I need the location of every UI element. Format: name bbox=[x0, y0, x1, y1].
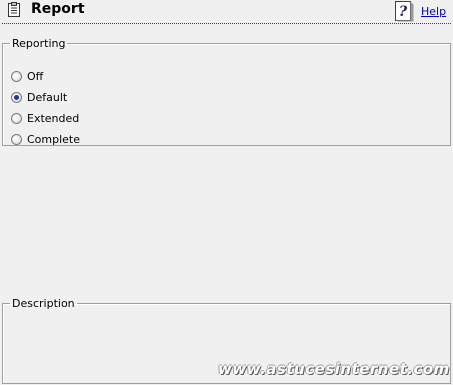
description-legend: Description bbox=[12, 297, 75, 310]
radio-complete[interactable]: Complete bbox=[11, 132, 80, 146]
report-icon bbox=[8, 2, 20, 17]
radio-default[interactable]: Default bbox=[11, 90, 67, 104]
radio-default-label: Default bbox=[27, 90, 68, 104]
svg-text:?: ? bbox=[399, 4, 408, 20]
reporting-group: Reporting Off Default Extended Complete bbox=[2, 37, 451, 146]
radio-off-label: Off bbox=[27, 69, 44, 83]
radio-extended-button[interactable] bbox=[11, 112, 22, 124]
help-icon[interactable]: ? bbox=[393, 0, 415, 22]
radio-extended-label: Extended bbox=[27, 111, 80, 125]
page-title: Report bbox=[31, 1, 85, 17]
radio-extended[interactable]: Extended bbox=[11, 111, 79, 125]
header-bar: Report ? Help bbox=[0, 0, 453, 24]
radio-off-button[interactable] bbox=[11, 70, 22, 82]
radio-default-button[interactable] bbox=[11, 91, 22, 103]
radio-off[interactable]: Off bbox=[11, 69, 43, 83]
help-link[interactable]: Help bbox=[421, 5, 446, 18]
radio-complete-button[interactable] bbox=[11, 133, 22, 145]
radio-complete-label: Complete bbox=[27, 132, 81, 146]
watermark-text: www.astucesinternet.com bbox=[218, 360, 450, 378]
header-divider bbox=[2, 23, 451, 24]
reporting-legend: Reporting bbox=[12, 37, 66, 50]
